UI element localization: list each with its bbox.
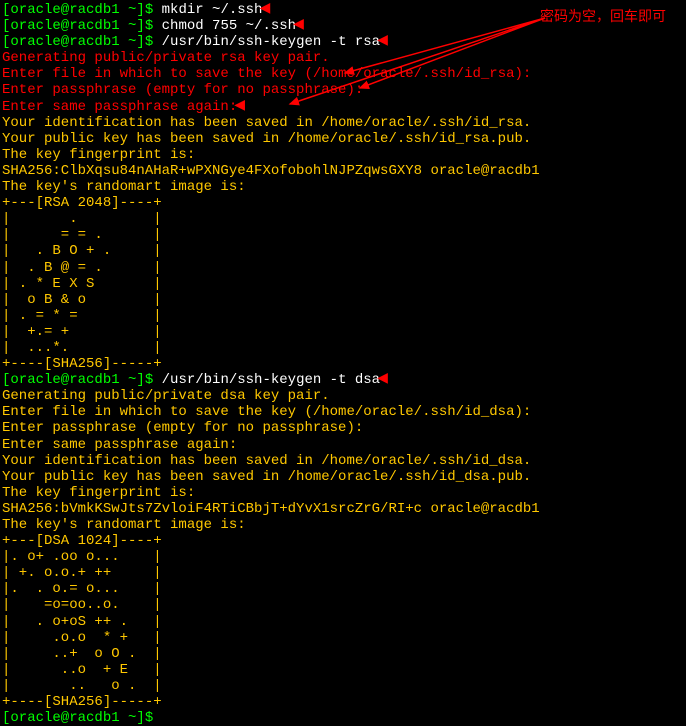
marker-icon: ◀ <box>293 18 304 32</box>
output-line: Enter passphrase (empty for no passphras… <box>2 82 684 98</box>
output-line: Your public key has been saved in /home/… <box>2 131 684 147</box>
output-line: The key's randomart image is: <box>2 517 684 533</box>
randomart-line: +----[SHA256]-----+ <box>2 356 684 372</box>
randomart-line: |. o+ .oo o... | <box>2 549 684 565</box>
annotation-text: 密码为空，回车即可 <box>540 8 666 24</box>
randomart-line: | ...*. | <box>2 340 684 356</box>
randomart-line: +----[SHA256]-----+ <box>2 694 684 710</box>
output-line: The key's randomart image is: <box>2 179 684 195</box>
output-line: Enter file in which to save the key ( <box>2 66 313 82</box>
randomart-line: | +. o.o.+ ++ | <box>2 565 684 581</box>
prompt: [oracle@racdb1 ~]$ <box>2 710 162 726</box>
randomart-line: | . o+oS ++ . | <box>2 614 684 630</box>
randomart-line: | =o=oo..o. | <box>2 597 684 613</box>
output-line: Generating public/private dsa key pair. <box>2 388 684 404</box>
marker-icon: ◀ <box>377 372 388 386</box>
randomart-line: | . B @ = . | <box>2 260 684 276</box>
prompt: [oracle@racdb1 ~]$ <box>2 34 162 50</box>
command-chmod: chmod 755 ~/.ssh <box>162 18 296 34</box>
randomart-line: | ..+ o O . | <box>2 646 684 662</box>
randomart-line: | . | <box>2 211 684 227</box>
output-line: SHA256:ClbXqsu84nAHaR+wPXNGye4FXofobohlN… <box>2 163 684 179</box>
output-line: Enter same passphrase again: <box>2 437 684 453</box>
output-line: Your identification has been saved in /h… <box>2 453 684 469</box>
randomart-line: +---[RSA 2048]----+ <box>2 195 684 211</box>
prompt: [oracle@racdb1 ~]$ <box>2 2 162 18</box>
randomart-line: | .. o . | <box>2 678 684 694</box>
marker-icon: ◀ <box>234 99 245 113</box>
marker-icon: ◀ <box>377 34 388 48</box>
command-mkdir: mkdir ~/.ssh <box>162 2 263 18</box>
randomart-line: | o B & o | <box>2 292 684 308</box>
output-line: Enter same passphrase again: <box>2 99 237 115</box>
output-line: Generating public/private rsa key pair. <box>2 50 684 66</box>
randomart-line: | . * E X S | <box>2 276 684 292</box>
output-line: SHA256:bVmkKSwJts7ZvloiF4RTiCBbjT+dYvX1s… <box>2 501 684 517</box>
randomart-line: | ..o + E | <box>2 662 684 678</box>
prompt: [oracle@racdb1 ~]$ <box>2 18 162 34</box>
randomart-line: | = = . | <box>2 227 684 243</box>
output-line: Enter file in which to save the key (/ho… <box>2 404 684 420</box>
output-line: Your identification has been saved in /h… <box>2 115 684 131</box>
marker-icon: ◀ <box>259 2 270 16</box>
path-id-rsa: /home/oracle/.ssh/id_rsa <box>313 66 515 82</box>
output-line: Enter passphrase (empty for no passphras… <box>2 420 684 436</box>
output-line: Your public key has been saved in /home/… <box>2 469 684 485</box>
randomart-line: | . B O + . | <box>2 243 684 259</box>
command-keygen-dsa: /usr/bin/ssh-keygen -t dsa <box>162 372 380 388</box>
randomart-line: | +.= + | <box>2 324 684 340</box>
terminal[interactable]: [oracle@racdb1 ~]$ mkdir ~/.ssh◀ [oracle… <box>2 2 684 726</box>
output-line: ): <box>515 66 532 82</box>
randomart-line: +---[DSA 1024]----+ <box>2 533 684 549</box>
output-line: The key fingerprint is: <box>2 147 684 163</box>
randomart-line: |. . o.= o... | <box>2 581 684 597</box>
randomart-line: | .o.o * + | <box>2 630 684 646</box>
output-line: The key fingerprint is: <box>2 485 684 501</box>
command-keygen-rsa: /usr/bin/ssh-keygen -t rsa <box>162 34 380 50</box>
prompt: [oracle@racdb1 ~]$ <box>2 372 162 388</box>
randomart-line: | . = * = | <box>2 308 684 324</box>
